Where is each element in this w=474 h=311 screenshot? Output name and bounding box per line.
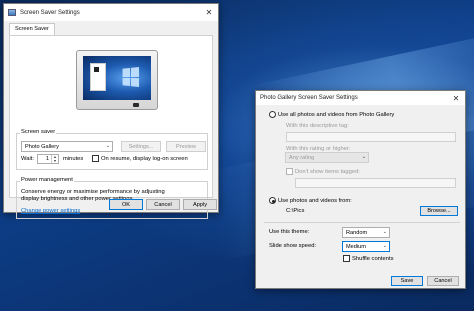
- screen-saver-settings-window: Screen Saver Settings ✕ Screen Saver Scr…: [3, 3, 219, 219]
- dont-show-tagged-input[interactable]: [295, 178, 456, 188]
- wait-value: 1: [45, 156, 49, 162]
- tab-screen-saver[interactable]: Screen Saver: [9, 23, 55, 35]
- monitor-preview: [76, 50, 158, 110]
- close-icon[interactable]: ✕: [447, 91, 465, 105]
- rating-select[interactable]: Any rating ⌄: [285, 152, 369, 163]
- change-power-settings-link[interactable]: Change power settings: [21, 208, 80, 214]
- folder-path: C:\Pics: [286, 208, 305, 214]
- settings-button[interactable]: Settings...: [121, 141, 161, 152]
- shuffle-checkbox[interactable]: [343, 255, 350, 262]
- screen-saver-selected: Photo Gallery: [25, 143, 59, 150]
- screen-saver-legend: Screen saver: [20, 129, 57, 135]
- theme-label: Use this theme:: [269, 229, 310, 235]
- preview-screen: [83, 56, 151, 100]
- descriptive-tag-input[interactable]: [286, 132, 456, 142]
- theme-selected: Random: [346, 229, 368, 236]
- slide-speed-select[interactable]: Medium ⌄: [342, 241, 390, 252]
- stepper-arrows-icon[interactable]: ▲ ▼: [51, 155, 58, 163]
- title-bar[interactable]: Screen Saver Settings ✕: [4, 4, 218, 21]
- preview-dialog-thumbnail: [90, 63, 106, 91]
- descriptive-tag-label: With this descriptive tag:: [286, 123, 349, 129]
- screen-saver-group: Screen saver Photo Gallery ⌄ Settings...…: [16, 129, 208, 170]
- use-all-photos-label: Use all photos and videos from Photo Gal…: [278, 112, 395, 118]
- theme-select[interactable]: Random ⌄: [342, 227, 390, 238]
- save-button[interactable]: Save: [391, 276, 423, 286]
- use-photos-from-label: Use photos and videos from:: [278, 198, 352, 204]
- apply-button[interactable]: Apply: [183, 199, 217, 210]
- window-title: Screen Saver Settings: [20, 9, 80, 16]
- monitor-stand: [133, 103, 139, 107]
- wait-label: Wait:: [21, 156, 34, 162]
- chevron-down-icon: ⌄: [382, 229, 387, 235]
- tab-strip: Screen Saver: [4, 21, 218, 35]
- browse-button[interactable]: Browse...: [420, 206, 458, 216]
- chevron-down-icon: ⌄: [361, 154, 366, 160]
- cancel-button[interactable]: Cancel: [427, 276, 459, 286]
- use-all-photos-radio[interactable]: [269, 111, 276, 118]
- shuffle-label: Shuffle contents: [352, 256, 394, 262]
- close-icon[interactable]: ✕: [200, 4, 218, 21]
- ok-button[interactable]: OK: [109, 199, 143, 210]
- power-management-legend: Power management: [20, 177, 74, 183]
- dont-show-tagged-checkbox[interactable]: [286, 168, 293, 175]
- use-photos-from-radio[interactable]: [269, 197, 276, 204]
- preview-button[interactable]: Preview: [166, 141, 206, 152]
- rating-selected: Any rating: [289, 154, 315, 161]
- resume-logon-label: On resume, display log-on screen: [101, 156, 188, 162]
- screen-saver-app-icon: [8, 9, 16, 16]
- screen-saver-tab-panel: Screen saver Photo Gallery ⌄ Settings...…: [9, 35, 213, 219]
- chevron-down-icon: ⌄: [382, 243, 387, 249]
- photo-gallery-settings-window: Photo Gallery Screen Saver Settings ✕ Us…: [255, 90, 466, 289]
- resume-logon-checkbox[interactable]: [92, 155, 99, 162]
- cancel-button[interactable]: Cancel: [146, 199, 180, 210]
- windows-logo-icon: [122, 67, 140, 87]
- minutes-label: minutes: [63, 156, 84, 162]
- screen-saver-select[interactable]: Photo Gallery ⌄: [21, 141, 113, 152]
- divider: [264, 222, 460, 223]
- chevron-down-icon: ⌄: [105, 143, 110, 149]
- slide-speed-selected: Medium: [346, 243, 366, 250]
- dont-show-tagged-label: Don't show items tagged:: [295, 169, 360, 175]
- slide-speed-label: Slide show speed:: [269, 243, 317, 249]
- title-bar[interactable]: Photo Gallery Screen Saver Settings ✕: [256, 91, 465, 105]
- window-title: Photo Gallery Screen Saver Settings: [260, 95, 358, 101]
- wait-minutes-stepper[interactable]: 1 ▲ ▼: [37, 154, 59, 164]
